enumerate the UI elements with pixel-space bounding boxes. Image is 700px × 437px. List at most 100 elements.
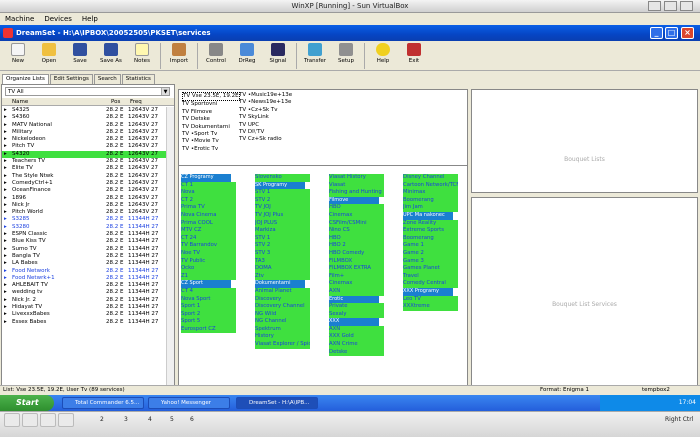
- bouquet-service-item[interactable]: Boomerang: [403, 234, 458, 243]
- host-app-icon[interactable]: [40, 413, 56, 427]
- list-item[interactable]: ▸ S4360 28.2 E 12643V 27: [2, 114, 166, 121]
- host-page-2[interactable]: 2: [100, 414, 104, 426]
- bouquet-service-item[interactable]: Sport 2: [181, 310, 236, 319]
- bouquet-item[interactable]: TV UPC: [239, 122, 292, 129]
- bouquet-service-item[interactable]: TA3: [255, 257, 310, 266]
- list-item[interactable]: ▸ The Style Ntwk 28.2 E 12643V 27: [2, 173, 166, 180]
- bouquet-service-item[interactable]: Sport 1: [181, 303, 236, 311]
- bouquet-service-item[interactable]: Cinemax: [329, 211, 384, 220]
- task-dreamset[interactable]: DreamSet - H:\A\IPB...: [236, 397, 318, 409]
- bouquet-service-item[interactable]: Z1: [181, 272, 236, 281]
- bouquet-separator[interactable]: XXX Programy: [403, 287, 453, 296]
- bouquet-service-item[interactable]: CT 24: [181, 234, 236, 243]
- close-button[interactable]: ×: [681, 27, 694, 39]
- bouquet-service-item[interactable]: STV 1: [255, 234, 310, 243]
- bouquet-service-item[interactable]: CT 2: [181, 196, 236, 205]
- bouquet-separator[interactable]: CZ Sport: [181, 280, 231, 288]
- new-button[interactable]: New: [4, 41, 32, 64]
- bouquet-service-item[interactable]: Ocko: [181, 265, 236, 273]
- bouquet-service-item[interactable]: STV 2: [255, 196, 310, 205]
- bouquet-service-item[interactable]: XXX Gold: [329, 333, 384, 342]
- list-item[interactable]: ▸ Teachers TV 28.2 E 12643V 27: [2, 158, 166, 165]
- open-button[interactable]: Open: [35, 41, 63, 64]
- bouquet-item[interactable]: TV •Sport Tv: [182, 131, 240, 138]
- bouquet-service-item[interactable]: Game 3: [403, 257, 458, 266]
- bouquet-service-item[interactable]: Sport 5: [181, 318, 236, 326]
- bouquet-service-item[interactable]: Viasat History: [329, 174, 384, 182]
- bouquet-service-item[interactable]: AXN: [329, 287, 384, 296]
- list-item[interactable]: ▸ wedding tv 28.2 E 11344H 27: [2, 289, 166, 296]
- bouquet-service-item[interactable]: HBO 2: [329, 242, 384, 250]
- list-item[interactable]: ▸ Nickelodeon 28.2 E 12643V 27: [2, 136, 166, 143]
- bouquet-service-item[interactable]: Animal Planet: [255, 287, 310, 296]
- bouquet-separator[interactable]: SK Programy: [255, 181, 305, 190]
- save-as-button[interactable]: Save As: [97, 41, 125, 64]
- bouquet-item[interactable]: TV Dokumentarni: [182, 124, 240, 131]
- list-item[interactable]: ▸ Essex Babes 28.2 E 11344H 27: [2, 319, 166, 326]
- bouquet-separator[interactable]: XXX: [329, 318, 379, 326]
- bouquet-item[interactable]: TV Filmove: [182, 109, 240, 116]
- minimize-button[interactable]: [648, 1, 661, 11]
- bouquet-item[interactable]: TV •Movie Tv: [182, 138, 240, 145]
- bouquet-service-item[interactable]: Prima COOL: [181, 219, 236, 228]
- list-item[interactable]: ▸ Nick Jr 28.2 E 12643V 27: [2, 202, 166, 209]
- list-item[interactable]: ▸ Elite TV 28.2 E 12643V 27: [2, 165, 166, 172]
- bouquet-separator[interactable]: CZ Programy: [181, 174, 231, 182]
- bouquet-service-item[interactable]: Nova: [181, 189, 236, 197]
- bouquet-item[interactable]: TV Sportovni: [182, 101, 240, 108]
- task-yahoo-messenger[interactable]: Yahoo! Messenger: [148, 397, 230, 409]
- bouquet-service-item[interactable]: Viasat Explorer / Spice: [255, 341, 310, 349]
- bouquet-service-item[interactable]: Ztv: [255, 272, 310, 281]
- list-item[interactable]: ▸ AHLEBAIT TV 28.2 E 11344H 27: [2, 282, 166, 289]
- menu-devices[interactable]: Devices: [39, 13, 77, 25]
- list-item[interactable]: ▸ S3285 28.2 E 11344H 27: [2, 216, 166, 223]
- bouquet-service-item[interactable]: Fishing and Hunting: [329, 189, 384, 197]
- bouquet-service-item[interactable]: Film+: [329, 272, 384, 281]
- vertical-scrollbar[interactable]: [166, 107, 174, 392]
- host-page-3[interactable]: 3: [124, 414, 128, 426]
- list-item[interactable]: ▸ Nick Jr. 2 28.2 E 11344H 27: [2, 297, 166, 304]
- bouquet-service-item[interactable]: Nova Cinema: [181, 211, 236, 220]
- maximize-button[interactable]: □: [665, 27, 678, 39]
- bouquet-service-item[interactable]: HBO: [329, 234, 384, 243]
- minimize-button[interactable]: _: [650, 27, 663, 39]
- list-item[interactable]: ▸ LA Babes 28.2 E 11344H 27: [2, 260, 166, 267]
- host-start-icon[interactable]: [4, 413, 20, 427]
- bouquet-service-item[interactable]: HBO: [329, 204, 384, 212]
- bouquet-service-item[interactable]: TV JOJ: [255, 204, 310, 212]
- help-button[interactable]: Help: [369, 41, 397, 64]
- col-pos[interactable]: Pos: [111, 98, 120, 106]
- task-total-commander[interactable]: Total Commander 6.5...: [62, 397, 144, 409]
- bouquet-service-item[interactable]: DOMA: [255, 265, 310, 273]
- bouquet-item[interactable]: TV •Music19e+13e: [239, 92, 292, 99]
- bouquet-service-item[interactable]: Sexaly: [329, 310, 384, 319]
- bouquet-service-item[interactable]: Game 1: [403, 242, 458, 250]
- host-app-icon[interactable]: [58, 413, 74, 427]
- bouquet-service-item[interactable]: AXN: [329, 325, 384, 334]
- bouquet-separator[interactable]: UPC Ma nakonec: [403, 211, 453, 220]
- bouquet-service-item[interactable]: Games Planet: [403, 265, 458, 273]
- list-item[interactable]: ▸ S4325 28.2 E 12643V 27: [2, 107, 166, 114]
- bouquet-service-item[interactable]: Markiza: [255, 227, 310, 235]
- bouquet-service-item[interactable]: STV 2: [255, 242, 310, 250]
- import-button[interactable]: Import: [165, 41, 193, 64]
- bouquet-service-item[interactable]: Nova Sport: [181, 295, 236, 304]
- bouquet-service-item[interactable]: CT 1: [181, 181, 236, 190]
- bouquet-item[interactable]: TV DI\'TV: [239, 129, 292, 136]
- list-item[interactable]: ▸ Pitch TV 28.2 E 12643V 27: [2, 143, 166, 150]
- host-page-5[interactable]: 5: [170, 414, 174, 426]
- list-item[interactable]: ▸ 1896 28.2 E 12643V 27: [2, 195, 166, 202]
- bouquet-service-item[interactable]: Private: [329, 303, 384, 311]
- bouquet-service-item[interactable]: FILMBOX EXTRA: [329, 265, 384, 273]
- tab-statistics[interactable]: Statistics: [121, 74, 155, 84]
- bouquet-service-item[interactable]: Discovery: [255, 295, 310, 304]
- col-freq[interactable]: Freq: [130, 98, 142, 106]
- list-item[interactable]: ▸ S4320 28.2 E 12643V 27: [2, 150, 166, 159]
- bouquet-service-item[interactable]: Game 2: [403, 249, 458, 258]
- bouquet-service-item[interactable]: Prima TV: [181, 204, 236, 212]
- bouquet-service-item[interactable]: Cartoon Network/TCM: [403, 181, 458, 190]
- list-item[interactable]: ▸ OceanFinance 28.2 E 12643V 27: [2, 187, 166, 194]
- bouquet-service-item[interactable]: TV Public: [181, 257, 236, 266]
- list-item[interactable]: ▸ LivexxxBabes 28.2 E 11344H 27: [2, 311, 166, 318]
- save-button[interactable]: Save: [66, 41, 94, 64]
